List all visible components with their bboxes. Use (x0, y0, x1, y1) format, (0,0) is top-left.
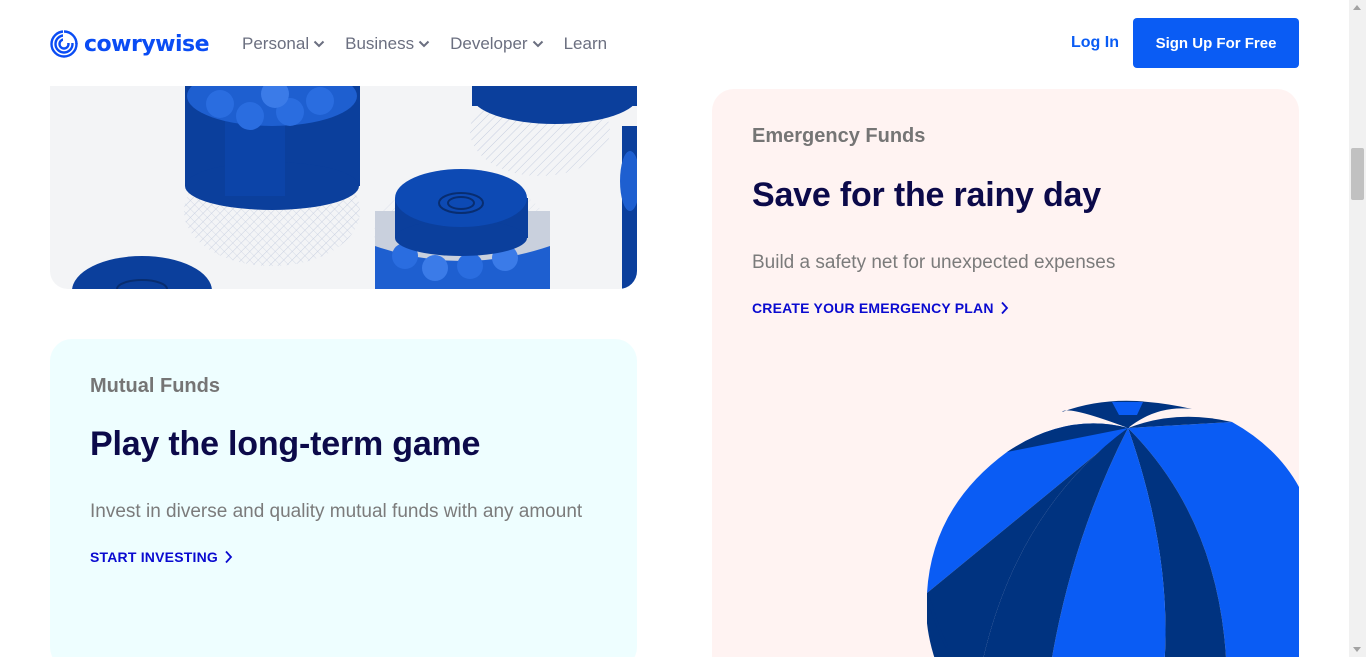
card-eyebrow: Emergency Funds (752, 125, 926, 147)
savings-illustration-card (50, 86, 637, 289)
nav-developer-label: Developer (450, 34, 528, 53)
nav-learn[interactable]: Learn (564, 34, 607, 54)
signup-button[interactable]: Sign Up For Free (1133, 18, 1299, 68)
umbrella-illustration (927, 400, 1299, 657)
start-investing-link[interactable]: START INVESTING (90, 549, 233, 565)
create-emergency-plan-link[interactable]: CREATE YOUR EMERGENCY PLAN (752, 300, 1009, 316)
card-eyebrow: Mutual Funds (90, 375, 220, 397)
main-nav: Personal Business Developer Learn (242, 34, 607, 54)
nav-personal-label: Personal (242, 34, 310, 53)
card-description: Build a safety net for unexpected expens… (752, 252, 1116, 273)
scrollbar-thumb[interactable] (1351, 148, 1364, 200)
mutual-funds-card: Mutual Funds Play the long-term game Inv… (50, 339, 637, 657)
brand-name: cowrywise (84, 31, 210, 57)
chevron-down-icon (313, 40, 325, 48)
cta-label: START INVESTING (90, 549, 218, 565)
chevron-right-icon (1001, 301, 1008, 315)
scroll-down-arrow[interactable] (1353, 647, 1361, 652)
emergency-funds-card: Emergency Funds Save for the rainy day B… (712, 89, 1299, 657)
nav-learn-label: Learn (563, 34, 608, 53)
login-link[interactable]: Log In (1071, 34, 1119, 52)
logo[interactable]: cowrywise (50, 30, 210, 58)
page-scrollbar[interactable] (1349, 0, 1366, 657)
nav-personal[interactable]: Personal (242, 34, 325, 54)
chevron-right-icon (225, 550, 233, 564)
nav-business-label: Business (345, 34, 415, 53)
cta-label: CREATE YOUR EMERGENCY PLAN (752, 300, 994, 316)
card-description: Invest in diverse and quality mutual fun… (90, 501, 583, 522)
chevron-down-icon (532, 40, 543, 48)
card-title: Play the long-term game (90, 425, 481, 463)
coin-jars-illustration (72, 86, 637, 289)
cowrywise-logo-icon (50, 30, 78, 58)
nav-developer[interactable]: Developer (450, 34, 544, 54)
chevron-down-icon (418, 40, 430, 48)
nav-business[interactable]: Business (345, 34, 430, 54)
scroll-up-arrow[interactable] (1353, 5, 1361, 10)
card-title: Save for the rainy day (752, 176, 1101, 214)
site-header: cowrywise Personal Business Developer Le… (0, 0, 1349, 86)
